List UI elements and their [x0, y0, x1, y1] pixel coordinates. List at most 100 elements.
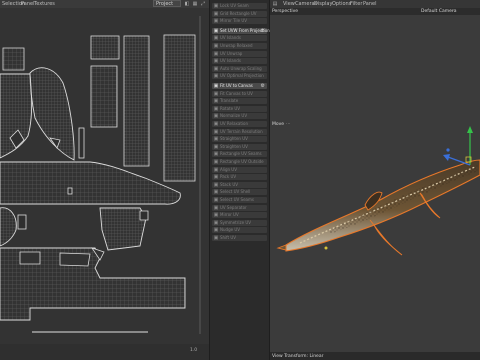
uv-island-strip[interactable]	[90, 65, 118, 128]
uv-tool-row[interactable]: ▣ UV Unwrap	[212, 50, 267, 57]
viewport-header: Perspective Default Camera ⋯	[270, 8, 480, 15]
tool-icon: ▣	[213, 105, 219, 112]
sturgeon-model[interactable]	[276, 159, 480, 256]
uv-menu-textures[interactable]: Textures	[34, 1, 55, 7]
view-transform-label: View Transform: Linear	[272, 354, 324, 359]
uv-island-belly[interactable]	[99, 207, 147, 251]
grid-icon[interactable]: ▦	[192, 1, 198, 7]
uv-menu-panel[interactable]: Panel	[21, 1, 35, 7]
uv-tool-row[interactable]: ▣ Align UV	[212, 166, 267, 173]
uv-island-bit[interactable]	[78, 127, 85, 159]
maximize-icon[interactable]: ⤢	[200, 1, 206, 7]
viewport-3d[interactable]	[270, 15, 480, 354]
viewport-footer: View Transform: Linear	[270, 352, 480, 360]
uv-island-bit[interactable]	[17, 214, 27, 230]
tool-icon: ▣	[213, 98, 219, 105]
tool-icon: ▣	[213, 197, 219, 203]
uv-tool-row[interactable]: ▣ Shift UV	[212, 235, 267, 241]
tool-icon: ▣	[213, 50, 219, 57]
uv-island-bit[interactable]	[19, 251, 41, 265]
uv-tool-row[interactable]: ▣ Mirror Tile UV	[212, 18, 267, 25]
uv-tool-row[interactable]: ▣ UV Islands	[212, 58, 267, 65]
tool-icon: ▣	[213, 235, 219, 241]
tool-label: Grid Rectangle UV	[220, 10, 257, 16]
zoom-readout: 1.0	[190, 348, 198, 353]
tool-label: UV Unwrap	[220, 50, 243, 56]
tool-label: Symmetrize UV	[220, 219, 251, 225]
tool-label: Rectangle UV Outside	[220, 159, 264, 164]
projection-dropdown[interactable]: Project	[153, 0, 181, 7]
uv-island-fin[interactable]	[29, 67, 75, 161]
uv-tool-row[interactable]: ▣ UV Islands	[212, 35, 267, 42]
uv-island-small[interactable]	[2, 47, 25, 71]
lock-icon[interactable]: ◧	[184, 1, 190, 7]
uv-tool-row[interactable]: ▣ Rectangle UV Seams	[212, 151, 267, 158]
tool-label: Straighten UV	[220, 136, 248, 142]
uv-island-tail[interactable]	[0, 207, 17, 247]
uv-tool-row[interactable]: ▣ UV Separator	[212, 204, 267, 211]
vp-menu-view[interactable]: View	[283, 1, 295, 7]
uv-tool-row[interactable]: ▣ Straighten UV	[212, 143, 267, 150]
tool-label: UV Optimal Projection	[220, 73, 264, 79]
uv-tool-row[interactable]: ▣ Fit Canvas to UV	[212, 90, 267, 97]
tool-label: UV Relaxation	[220, 121, 249, 126]
gizmo-dot[interactable]	[446, 148, 450, 152]
uv-tool-row[interactable]: ▣ Fit UV to Canvas ⚙	[212, 83, 267, 89]
camera-menu-icon[interactable]: ⋯	[450, 9, 455, 14]
uv-tool-row[interactable]: ▣ Pack UV	[212, 174, 267, 181]
uv-island-patch[interactable]	[90, 35, 120, 60]
uv-island-bit[interactable]	[67, 187, 73, 195]
uv-tool-row[interactable]: ▣ Select UV Shell	[212, 189, 267, 196]
uv-tool-row[interactable]: ▣ UV Optimal Projection	[212, 73, 267, 80]
uv-tool-row[interactable]: ▣ Mirror UV	[212, 212, 267, 219]
uv-tool-row[interactable]: ▣ Auto Unwrap Scaling	[212, 65, 267, 72]
uv-tool-row[interactable]: ▣ Grid Rectangle UV	[212, 10, 267, 17]
uv-island-bit[interactable]	[59, 252, 91, 267]
move-field[interactable]: Move ⋯	[272, 122, 292, 128]
vp-menu-options[interactable]: Options	[332, 1, 351, 7]
tool-icon: ▣	[213, 204, 219, 211]
uv-tool-row[interactable]: ▣ Symmetrize UV	[212, 219, 267, 226]
uv-tool-row[interactable]: ▣ Set UVW From Projection ⚙	[212, 27, 270, 34]
uv-tool-row[interactable]: ▣ Translate	[212, 98, 267, 105]
move-options-icon[interactable]: ⋯	[286, 122, 291, 127]
uv-layout	[0, 16, 201, 334]
gear-icon[interactable]: ⚙	[261, 83, 265, 89]
uv-status-bar: 1.0	[0, 344, 209, 360]
uv-tool-row[interactable]: ▣ Nudge UV	[212, 227, 267, 234]
tool-icon: ▣	[213, 113, 219, 120]
projection-dropdown-value: Project	[156, 1, 174, 7]
move-label: Move	[272, 122, 285, 127]
uv-island-strip-right[interactable]	[163, 34, 196, 182]
uv-tool-row[interactable]: ▣ Straighten UV	[212, 136, 267, 143]
uv-tool-row[interactable]: ▣ Rotate UV	[212, 105, 267, 112]
viewport-scene	[276, 126, 480, 256]
uv-tool-row[interactable]: ▣ Stack UV	[212, 181, 267, 188]
viewport-layout-icon[interactable]: ▤	[272, 1, 278, 7]
tool-icon: ▣	[213, 121, 219, 127]
uv-tool-row[interactable]: ▣ UV Relaxation	[212, 121, 267, 127]
uv-tool-row[interactable]: ▣ Lock UV Seam	[212, 3, 267, 9]
uv-island-strip-long[interactable]	[123, 35, 150, 167]
tool-label: Nudge UV	[220, 227, 241, 233]
tool-label: UV Islands	[220, 35, 241, 41]
transform-gizmo[interactable]	[443, 126, 473, 166]
uv-tool-row[interactable]: ▣ Unwrap Relaxed	[212, 43, 267, 49]
view-name[interactable]: Perspective	[272, 9, 298, 14]
uv-tool-row[interactable]: ▣ Normalize UV	[212, 113, 267, 120]
uv-tool-row[interactable]: ▣ Rectangle UV Outside	[212, 159, 267, 165]
uv-tool-row[interactable]: ▣ Select UV Seams	[212, 197, 267, 203]
pivot-marker[interactable]	[324, 246, 328, 250]
vp-menu-filter[interactable]: Filter	[350, 1, 362, 7]
uv-island-body[interactable]	[0, 161, 181, 205]
tool-icon: ▣	[213, 159, 219, 165]
tool-icon: ▣	[213, 10, 219, 17]
tool-icon: ▣	[213, 166, 219, 173]
uv-tool-row[interactable]: ▣ UV Terrain Resolution	[212, 128, 267, 135]
vp-menu-panel[interactable]: Panel	[363, 1, 377, 7]
uv-island-bit[interactable]	[139, 210, 149, 221]
tool-label: Fit Canvas to UV	[220, 90, 253, 96]
uv-canvas[interactable]	[0, 8, 209, 352]
gear-icon[interactable]: ⚙	[261, 28, 265, 34]
vp-menu-display[interactable]: Display	[314, 1, 332, 7]
